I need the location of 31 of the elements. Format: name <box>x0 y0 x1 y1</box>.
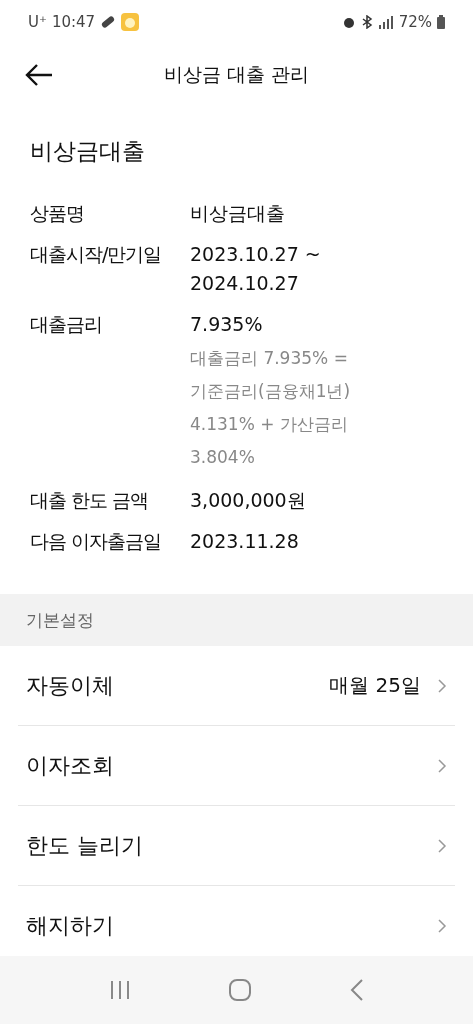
carrier-label: U⁺ <box>28 13 47 31</box>
clock-time: 10:47 <box>51 13 96 31</box>
detail-label: 상품명 <box>30 201 85 226</box>
detail-value: 2023.10.27 ~ 2024.10.27 <box>190 242 322 296</box>
back-icon[interactable] <box>350 978 365 1002</box>
detail-label: 대출금리 <box>30 312 103 337</box>
back-arrow-icon[interactable] <box>24 63 54 87</box>
battery-icon <box>437 15 445 29</box>
detail-value: 비상금대출 <box>190 201 286 226</box>
chevron-right-icon <box>437 917 447 934</box>
detail-label: 대출시작/만기일 <box>30 242 163 267</box>
settings-item[interactable]: 이자조회 <box>18 726 455 806</box>
chevron-right-icon <box>437 677 447 694</box>
section-header: 기본설정 <box>26 608 94 632</box>
signal-icon <box>377 15 394 29</box>
chevron-right-icon <box>437 837 447 854</box>
settings-item[interactable]: 자동이체 매월 25일 <box>18 646 455 726</box>
home-icon[interactable] <box>228 978 253 1002</box>
loan-title: 비상금대출 <box>30 137 146 166</box>
chevron-right-icon <box>437 757 447 774</box>
battery-percent: 72% <box>398 13 432 31</box>
settings-item[interactable]: 한도 늘리기 <box>18 806 455 886</box>
page-title: 비상금 대출 관리 <box>162 62 311 87</box>
detail-value: 2023.11.28 <box>190 529 300 554</box>
detail-label: 다음 이자출금일 <box>30 529 163 554</box>
bluetooth-icon <box>360 15 373 29</box>
rate-note: 대출금리 7.935% = 기준금리(금융채1년) 4.131% + 가산금리 3.804% <box>190 347 352 469</box>
detail-value: 7.935% <box>190 312 264 337</box>
recent-apps-icon[interactable] <box>108 980 131 1000</box>
detail-value: 3,000,000원 <box>190 488 307 513</box>
detail-label: 대출 한도 금액 <box>30 488 150 513</box>
